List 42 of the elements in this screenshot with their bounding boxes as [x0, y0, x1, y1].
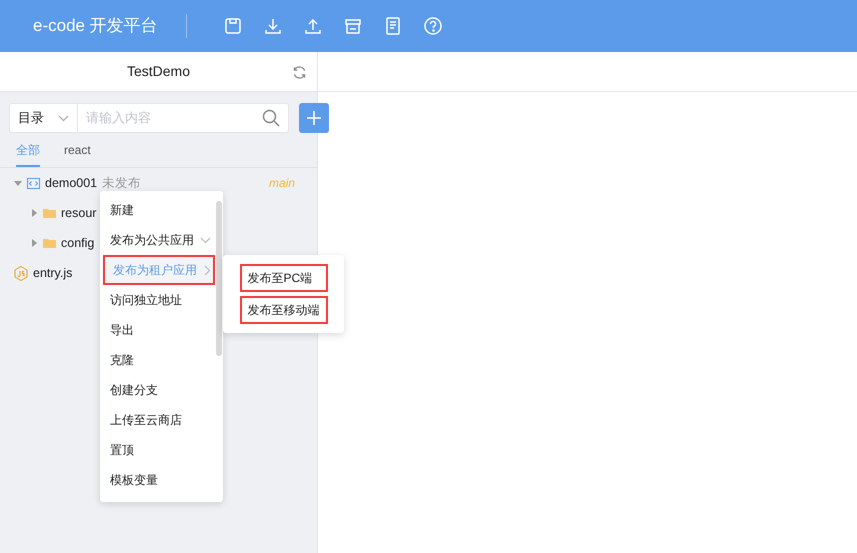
caret-down-icon[interactable] — [14, 179, 22, 187]
tree-label[interactable]: resour — [61, 204, 96, 222]
menu-item[interactable]: 克隆 — [100, 345, 215, 375]
menu-item[interactable]: 模板变量 — [100, 465, 215, 495]
menu-item[interactable]: 创建分支 — [100, 375, 215, 405]
submenu-item[interactable]: 发布至PC端 — [240, 264, 328, 292]
js-file-icon — [14, 266, 28, 280]
code-file-icon — [27, 178, 40, 188]
project-title: TestDemo — [126, 62, 190, 81]
menu-item[interactable]: 导出 — [100, 315, 215, 345]
help-icon[interactable] — [423, 16, 443, 36]
refresh-icon[interactable] — [292, 65, 307, 80]
caret-right-icon[interactable] — [30, 239, 38, 247]
search-input[interactable]: 请输入内容 — [86, 108, 262, 128]
menu-item[interactable]: 置顶 — [100, 435, 215, 465]
menu-item[interactable]: 新建 — [100, 195, 215, 225]
menu-item[interactable]: 上传至云商店 — [100, 405, 215, 435]
chevron-right-icon — [204, 264, 211, 276]
branch-label: main — [268, 175, 295, 192]
chevron-down-icon — [58, 114, 69, 122]
upload-icon[interactable] — [303, 16, 323, 36]
tree-label[interactable]: config — [61, 234, 94, 252]
submenu-item[interactable]: 发布至移动端 — [240, 296, 328, 324]
plus-icon — [307, 111, 321, 125]
menu-item[interactable]: 访问独立地址 — [100, 285, 215, 315]
scope-select[interactable]: 目录 — [9, 103, 78, 133]
menu-item[interactable]: 发布为公共应用 — [100, 225, 215, 255]
tree-label[interactable]: entry.js — [33, 264, 72, 282]
scrollbar[interactable] — [216, 201, 222, 356]
download-icon[interactable] — [263, 16, 283, 36]
chevron-down-icon — [200, 236, 211, 244]
search-field[interactable]: 请输入内容 — [78, 103, 289, 133]
folder-icon — [43, 208, 56, 218]
tab[interactable]: react — [64, 141, 91, 167]
save-icon[interactable] — [223, 16, 243, 36]
search-icon[interactable] — [262, 109, 280, 127]
folder-icon — [43, 238, 56, 248]
status-text: 未发布 — [102, 174, 142, 192]
app-title: e-code 开发平台 — [32, 15, 159, 38]
caret-right-icon[interactable] — [30, 209, 38, 217]
add-button[interactable] — [299, 103, 329, 133]
tree-label[interactable]: demo001 — [45, 174, 98, 192]
